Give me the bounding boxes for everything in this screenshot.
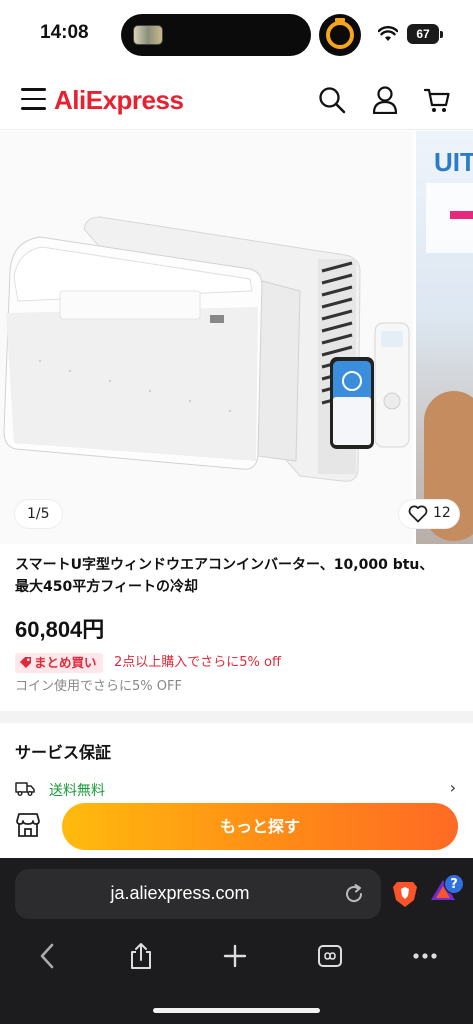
cart-icon[interactable] — [424, 86, 450, 114]
status-time: 14:08 — [40, 22, 89, 43]
address-bar[interactable]: ja.aliexpress.com — [15, 869, 381, 919]
wishlist-count: 12 — [433, 505, 451, 521]
battery-indicator: 67 — [407, 24, 439, 44]
bundle-offer-text: 2点以上購入でさらに5% off — [114, 655, 281, 670]
shipping-label: 送料無料 — [49, 783, 105, 799]
bundle-deal-badge[interactable]: まとめ買い — [15, 653, 103, 673]
explore-more-button[interactable]: もっと探す — [62, 803, 458, 850]
chevron-right-icon: › — [449, 778, 456, 797]
share-icon[interactable] — [129, 942, 153, 970]
new-tab-icon[interactable] — [223, 944, 247, 968]
url-text: ja.aliexpress.com — [110, 883, 250, 903]
product-image[interactable] — [0, 131, 413, 544]
shipping-row[interactable]: 送料無料 › — [15, 778, 460, 802]
timer-icon[interactable] — [319, 14, 361, 56]
service-section: サービス保証 送料無料 › もっと探す — [0, 723, 473, 860]
site-header: AliExpress — [0, 72, 473, 130]
next-product-image[interactable]: UIT — [416, 131, 473, 544]
wishlist-button[interactable]: 12 — [399, 500, 459, 528]
home-indicator — [153, 1008, 320, 1013]
rewards-badge: ? — [444, 874, 464, 894]
store-icon[interactable] — [15, 812, 41, 838]
battery-tip — [440, 31, 443, 38]
product-info: スマートU字型ウィンドウエアコンインバーター、10,000 btu、最大450平… — [0, 544, 473, 711]
dynamic-island[interactable] — [121, 14, 311, 56]
product-image-gallery[interactable]: UIT 1/5 12 — [0, 131, 473, 544]
live-activity-thumbnail — [133, 25, 163, 45]
image-counter: 1/5 — [15, 500, 62, 528]
air-conditioner-image — [0, 131, 413, 544]
service-title: サービス保証 — [15, 743, 112, 762]
wifi-icon — [378, 26, 398, 41]
heart-icon — [408, 505, 428, 523]
back-icon[interactable] — [38, 942, 56, 970]
bundle-badge-label: まとめ買い — [34, 655, 97, 670]
account-icon[interactable] — [372, 86, 398, 114]
product-title: スマートU字型ウィンドウエアコンインバーター、10,000 btu、最大450平… — [15, 557, 434, 595]
truck-icon — [15, 782, 35, 796]
product-price: 60,804円 — [15, 617, 105, 642]
brave-shields-icon[interactable] — [392, 880, 418, 908]
tag-icon — [20, 657, 31, 668]
status-bar: 14:08 67 — [0, 0, 473, 70]
search-icon[interactable] — [318, 86, 346, 114]
next-slide-brand: UIT — [434, 147, 473, 177]
aliexpress-logo[interactable]: AliExpress — [54, 85, 184, 116]
coin-offer-text: コイン使用でさらに5% OFF — [15, 679, 182, 694]
tabs-icon[interactable] — [317, 944, 343, 968]
browser-toolbar: ja.aliexpress.com ? — [0, 858, 473, 1024]
more-options-icon[interactable] — [412, 952, 438, 960]
reload-icon[interactable] — [343, 883, 365, 905]
menu-icon[interactable] — [21, 88, 46, 110]
section-divider — [0, 711, 473, 723]
